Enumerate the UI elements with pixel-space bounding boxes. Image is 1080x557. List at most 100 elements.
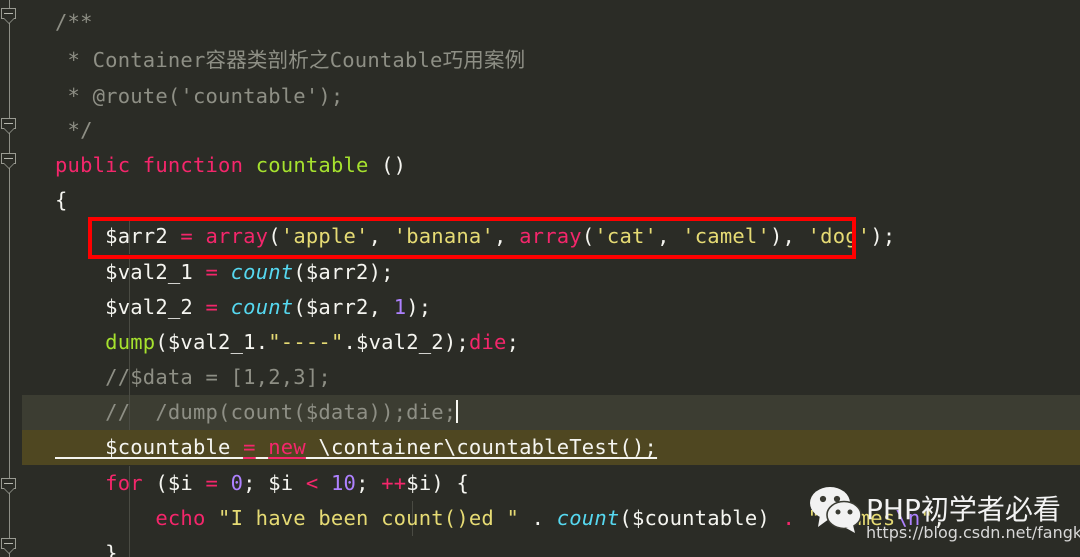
code-token: ) {	[431, 471, 470, 495]
fold-marker-method[interactable]	[1, 118, 18, 135]
code-token: /**	[55, 10, 93, 34]
code-line-text: echo "I have been count()ed " . count($c…	[22, 506, 946, 530]
code-token: die	[468, 330, 507, 354]
code-line[interactable]: for ($i = 0; $i < 10; ++$i) {	[22, 466, 1080, 501]
code-token: ),	[769, 224, 808, 248]
code-token: ()	[368, 153, 407, 177]
code-line[interactable]: $arr2 = array('apple', 'banana', array('…	[22, 219, 1080, 254]
code-token: $val2_2	[55, 295, 206, 319]
code-line[interactable]: */	[22, 113, 1080, 148]
code-token: "----"	[268, 330, 344, 354]
code-line-background	[0, 183, 1080, 218]
text-cursor	[456, 400, 459, 423]
fold-minus-icon	[4, 158, 13, 159]
code-line[interactable]: * @route('countable');	[22, 79, 1080, 114]
code-area[interactable]: /** * Container容器类剖析之Countable巧用案例 * @ro…	[0, 0, 1080, 557]
gutter-rail	[9, 0, 10, 557]
code-token: (	[155, 471, 168, 495]
code-token: ++	[381, 471, 407, 495]
code-line-text: {	[22, 188, 68, 212]
code-line-text: * Container容器类剖析之Countable巧用案例	[22, 48, 526, 72]
code-token: =	[205, 471, 219, 495]
code-line-background	[0, 113, 1080, 148]
code-line[interactable]: /**	[22, 5, 1080, 40]
code-token: (	[293, 295, 306, 319]
code-line[interactable]: {	[22, 183, 1080, 218]
code-token: 'camel'	[682, 224, 770, 248]
fold-marker-for[interactable]	[1, 478, 18, 495]
code-token: public function	[55, 153, 256, 177]
code-line-text: $countable = new \container\countableTes…	[22, 435, 657, 459]
code-line-text: $val2_2 = count($arr2, 1);	[22, 295, 431, 319]
fold-marker-body[interactable]	[1, 153, 18, 170]
fold-marker-last[interactable]	[1, 538, 18, 555]
indent-guide	[128, 536, 130, 557]
code-token: =	[205, 295, 219, 319]
code-token: $i	[406, 471, 432, 495]
code-token: ,	[368, 295, 394, 319]
code-token: for	[55, 471, 156, 495]
code-line[interactable]: //$data = [1,2,3];	[22, 360, 1080, 395]
code-token: );	[443, 330, 469, 354]
code-token: countable	[255, 153, 369, 177]
fold-marker-docblock[interactable]	[1, 8, 18, 25]
code-token: $countable	[631, 506, 758, 530]
code-line[interactable]: dump($val2_1."----".$val2_2);die;	[22, 325, 1080, 360]
fold-minus-icon	[4, 13, 13, 14]
code-line[interactable]: }	[22, 536, 1080, 557]
code-token: );	[870, 224, 896, 248]
code-token: "I have been count()ed "	[218, 506, 520, 530]
code-token: =	[180, 224, 193, 248]
code-line-text: }	[22, 541, 118, 557]
code-token: ;	[933, 506, 946, 530]
code-token: )	[757, 506, 770, 530]
code-editor[interactable]: /** * Container容器类剖析之Countable巧用案例 * @ro…	[0, 0, 1080, 557]
code-token: " times	[807, 506, 896, 530]
code-token: // /dump(count($data));die;	[55, 400, 457, 424]
code-token: $arr2	[55, 224, 181, 248]
code-token: count	[230, 260, 294, 284]
code-line-background	[0, 5, 1080, 40]
code-token: 'cat'	[594, 224, 658, 248]
code-token: .	[519, 506, 557, 530]
code-token: count	[556, 506, 620, 530]
editor-gutter[interactable]	[0, 0, 22, 557]
code-token: =	[205, 260, 219, 284]
code-line[interactable]: // /dump(count($data));die;	[0, 395, 1080, 430]
code-line[interactable]: public function countable ()	[22, 148, 1080, 183]
code-token: */	[55, 118, 93, 142]
code-line[interactable]: $val2_2 = count($arr2, 1);	[22, 290, 1080, 325]
code-token: .	[769, 506, 808, 530]
fold-minus-icon	[4, 543, 13, 544]
code-token: ();	[619, 435, 658, 459]
fold-arrow-inner	[4, 128, 14, 133]
code-token: .	[255, 330, 269, 354]
code-token: $arr2	[305, 260, 369, 284]
code-line[interactable]: echo "I have been count()ed " . count($c…	[22, 501, 1080, 536]
fold-arrow-inner	[4, 548, 14, 553]
code-line-text: $arr2 = array('apple', 'banana', array('…	[22, 224, 895, 248]
code-token: $val2_2	[356, 330, 444, 354]
code-token: (	[268, 224, 281, 248]
code-token: {	[55, 188, 68, 212]
fold-arrow-inner	[4, 18, 14, 23]
code-line[interactable]: * Container容器类剖析之Countable巧用案例	[22, 43, 1080, 78]
code-token: count	[230, 295, 294, 319]
code-token: \container\countableTest	[305, 435, 620, 459]
code-token: array	[519, 224, 582, 248]
code-token: (	[581, 224, 595, 248]
fold-arrow-inner	[4, 163, 14, 168]
code-token: ;	[356, 471, 382, 495]
code-token: 'banana'	[393, 224, 495, 248]
code-token: }	[55, 541, 118, 557]
code-line[interactable]: $countable = new \container\countableTes…	[0, 430, 1080, 465]
fold-minus-icon	[4, 483, 13, 484]
code-token: "	[920, 506, 934, 530]
code-token: ,	[368, 224, 394, 248]
code-token: );	[368, 260, 394, 284]
code-line[interactable]: $val2_1 = count($arr2);	[22, 255, 1080, 290]
code-line-text: */	[22, 118, 93, 142]
code-line-text: for ($i = 0; $i < 10; ++$i) {	[22, 471, 469, 495]
